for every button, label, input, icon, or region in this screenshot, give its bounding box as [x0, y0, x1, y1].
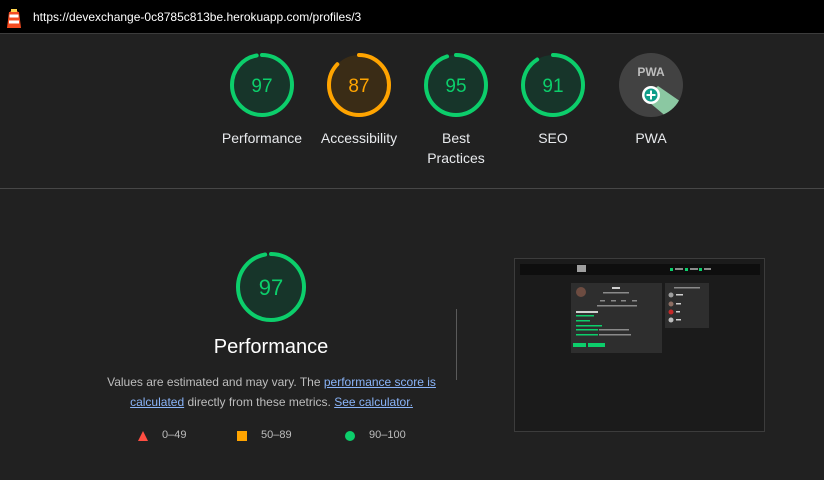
- svg-text:PWA: PWA: [637, 65, 665, 79]
- gauge-score: 91: [542, 76, 563, 97]
- performance-description: Values are estimated and may vary. The p…: [100, 372, 443, 412]
- gauge-label: Accessibility: [320, 130, 398, 146]
- gauge-label: Best: [441, 130, 470, 146]
- gauge-ring: 97: [230, 53, 294, 117]
- final-screenshot-thumbnail[interactable]: [514, 258, 765, 432]
- circle-icon: [345, 431, 355, 444]
- gauge-score: 87: [348, 76, 369, 97]
- section-divider: [0, 188, 824, 189]
- lighthouse-logo-icon: [7, 9, 21, 28]
- pwa-installable-icon: PWA: [619, 53, 683, 117]
- gauge-ring: 95: [424, 53, 488, 117]
- gauge-label: PWA: [635, 130, 667, 146]
- legend-range: 90–100: [369, 429, 406, 441]
- desc-middle: directly from these metrics.: [184, 395, 335, 409]
- gauge-best-practices[interactable]: 95 Best Practices: [406, 52, 506, 168]
- performance-title: Performance: [213, 336, 329, 358]
- gauge-performance[interactable]: 97 Performance: [212, 52, 312, 148]
- vertical-divider: [456, 309, 457, 380]
- gauge-label-line2: Practices: [427, 150, 485, 166]
- performance-big-gauge: 97: [235, 251, 307, 323]
- legend-range: 50–89: [261, 429, 292, 441]
- performance-score: 97: [259, 275, 283, 300]
- gauge-label: Performance: [221, 130, 303, 146]
- gauge-ring: 87: [327, 53, 391, 117]
- gauge-score: 97: [251, 76, 272, 97]
- report-url[interactable]: https://devexchange-0c8785c813be.herokua…: [33, 10, 361, 24]
- legend-range: 0–49: [162, 429, 187, 441]
- gauge-ring: 91: [521, 53, 585, 117]
- triangle-icon: [138, 431, 148, 444]
- gauge-accessibility[interactable]: 87 Accessibility: [309, 52, 409, 148]
- square-icon: [237, 431, 247, 444]
- top-bar: https://devexchange-0c8785c813be.herokua…: [0, 0, 824, 34]
- desc-prefix: Values are estimated and may vary. The: [107, 375, 324, 389]
- page-thumbnail-image: [520, 264, 760, 353]
- gauge-pwa[interactable]: PWA PWA: [601, 52, 701, 148]
- gauge-ring: 97: [236, 252, 306, 322]
- gauge-label: SEO: [538, 130, 568, 146]
- gauge-score: 95: [445, 76, 466, 97]
- gauge-seo[interactable]: 91 SEO: [503, 52, 603, 148]
- calculator-link[interactable]: See calculator.: [334, 395, 413, 409]
